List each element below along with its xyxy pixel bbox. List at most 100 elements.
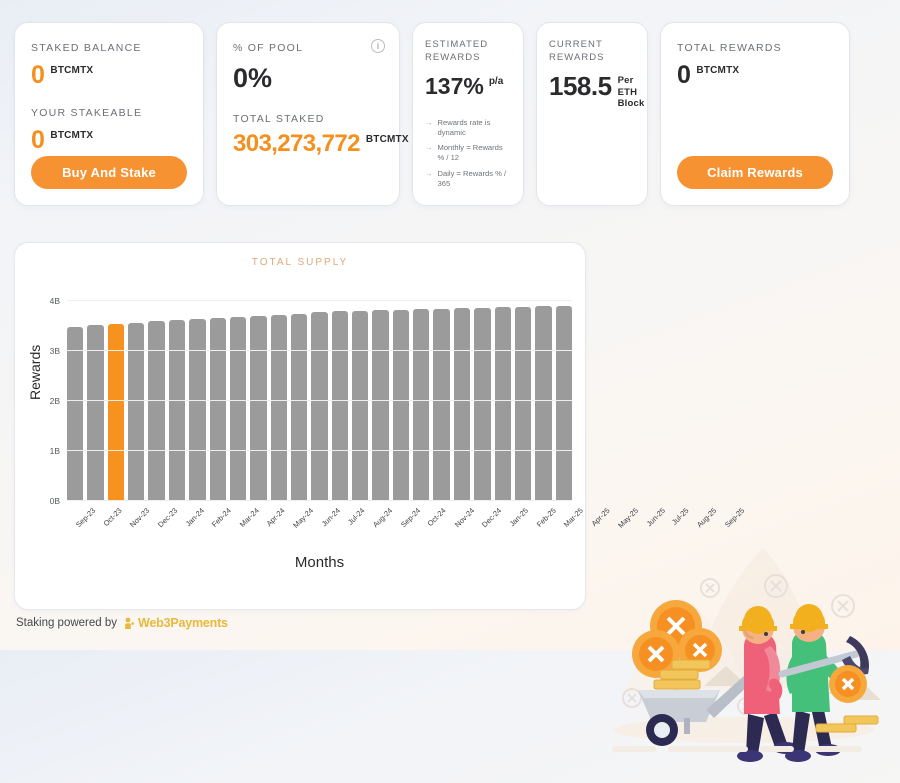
chart-bar[interactable]: [67, 326, 84, 501]
chart-x-tick: Mar-24: [237, 506, 261, 530]
web3payments-logo-icon: [125, 617, 134, 629]
lower-section: TOTAL SUPPLY Rewards 0B 1B 2B 3B 4B Sep-23 Oc…: [0, 242, 900, 763]
percent-of-pool-card: % OF POOL i 0% TOTAL STAKED 303,273,772 …: [216, 22, 409, 207]
chart-bar[interactable]: [229, 316, 247, 501]
chart-bar[interactable]: [352, 310, 369, 501]
current-rewards-card: CURRENT REWARDS 158.5 Per ETH Block: [536, 22, 648, 207]
chart-x-tick: Sep-23: [73, 506, 98, 530]
chart-bar[interactable]: [514, 306, 532, 501]
chart-bar[interactable]: [453, 308, 471, 501]
total-staked-value-row: 303,273,772 BTCMTX: [233, 132, 409, 156]
chart-bar[interactable]: [413, 309, 430, 501]
chart-gridline: 0B: [50, 496, 572, 506]
chart-plot-area: Rewards 0B 1B 2B 3B 4B Sep-23 Oct-23 Nov-23 Dec…: [15, 292, 746, 592]
chart-bar[interactable]: [290, 313, 308, 501]
buy-and-stake-button[interactable]: Buy And Stake: [31, 156, 187, 190]
chart-x-axis-label: Months: [294, 554, 345, 572]
percent-of-pool-value: 0%: [233, 63, 273, 94]
chart-gridline: 2B: [50, 396, 572, 406]
chart-gridline: 1B: [50, 446, 572, 456]
staked-balance-unit: BTCMTX: [50, 65, 94, 77]
estimated-rewards-suffix: p/a: [488, 75, 504, 87]
info-icon[interactable]: i: [371, 39, 385, 53]
chart-x-tick: Apr-24: [264, 506, 287, 529]
total-rewards-label: TOTAL REWARDS: [677, 42, 782, 54]
chart-x-tick: Jan-24: [183, 506, 206, 529]
chart-bar[interactable]: [474, 307, 491, 501]
your-stakeable-value: 0: [31, 126, 45, 155]
arrow-right-icon: →: [425, 117, 433, 127]
chart-bar[interactable]: [148, 321, 165, 501]
chart-bar[interactable]: [311, 312, 328, 501]
chart-bar[interactable]: [555, 305, 572, 501]
chart-x-tick-labels: Sep-23 Oct-23 Nov-23 Dec-23 Jan-24 Feb-24 Mar-…: [67, 504, 746, 530]
footer: Staking powered by Web3Payments: [16, 616, 228, 630]
chart-x-tick: Sep-24: [398, 506, 422, 530]
estimated-rewards-card: ESTIMATED REWARDS 137% p/a → Rewards rat…: [412, 22, 524, 207]
web3payments-brand[interactable]: Web3Payments: [124, 616, 228, 630]
total-rewards-value: 0: [677, 61, 691, 90]
total-rewards-value-row: 0 BTCMTX: [677, 63, 833, 88]
staked-balance-value: 0: [31, 61, 45, 90]
total-staked-unit: BTCMTX: [365, 134, 409, 146]
chart-x-tick: Jan-25: [507, 506, 531, 529]
current-rewards-unit: Per ETH Block: [617, 74, 645, 110]
note-text: Daily = Rewards % / 365: [437, 168, 507, 188]
chart-y-tick: 1B: [49, 446, 60, 457]
chart-x-tick: Dec-23: [155, 506, 180, 530]
chart-x-tick: May-24: [291, 506, 316, 530]
chart-x-tick: Jun-24: [319, 506, 342, 529]
chart-x-tick: Oct-24: [425, 506, 448, 529]
chart-y-tick: 2B: [49, 396, 60, 407]
chart-bar[interactable]: [372, 309, 389, 501]
claim-rewards-button[interactable]: Claim Rewards: [677, 156, 833, 190]
estimated-rewards-value-row: 137% p/a: [425, 72, 511, 99]
chart-bar[interactable]: [189, 318, 206, 501]
chart-x-tick: Jul-24: [345, 506, 367, 527]
chart-x-tick: Dec-24: [480, 506, 504, 530]
estimated-rewards-label: ESTIMATED REWARDS: [425, 39, 489, 63]
chart-bar[interactable]: [168, 320, 186, 501]
chart-x-tick: Feb-25: [534, 506, 558, 530]
total-staked-label: TOTAL STAKED: [233, 113, 325, 126]
note-text: Monthly = Rewards % / 12: [437, 143, 503, 163]
staked-balance-label: STAKED BALANCE: [31, 42, 142, 54]
arrow-right-icon: →: [425, 143, 433, 153]
note-item: → Rewards rate is dynamic: [425, 118, 511, 139]
your-stakeable-label: YOUR STAKEABLE: [31, 107, 143, 120]
mining-illustration-svg: [612, 548, 881, 763]
chart-bar[interactable]: [392, 309, 410, 501]
crypto-mining-illustration: [598, 478, 890, 778]
staked-balance-value-row: 0 BTCMTX: [31, 63, 187, 88]
stats-card-row: STAKED BALANCE 0 BTCMTX YOUR STAKEABLE 0…: [0, 0, 900, 207]
your-stakeable-unit: BTCMTX: [50, 130, 94, 142]
chart-bar[interactable]: [433, 308, 450, 501]
total-supply-chart-card: TOTAL SUPPLY Rewards 0B 1B 2B 3B 4B Sep-23 Oc…: [14, 242, 746, 611]
current-rewards-label: CURRENT REWARDS: [549, 39, 605, 63]
chart-x-tick: Nov-23: [128, 506, 152, 530]
estimated-rewards-notes: → Rewards rate is dynamic → Monthly = Re…: [425, 118, 511, 190]
chart-bar[interactable]: [250, 315, 267, 501]
brand-name: Web3Payments: [138, 616, 228, 630]
chart-x-tick: Aug-24: [370, 506, 394, 530]
chart-plot: 0B 1B 2B 3B 4B: [50, 296, 572, 506]
chart-title: TOTAL SUPPLY: [251, 257, 349, 269]
note-text: Rewards rate is dynamic: [437, 117, 491, 137]
note-item: → Daily = Rewards % / 365: [425, 169, 511, 190]
chart-y-axis-label: Rewards: [27, 344, 43, 401]
chart-bar[interactable]: [209, 317, 226, 501]
chart-bar[interactable]: [535, 306, 552, 501]
chart-bar[interactable]: [494, 307, 511, 501]
your-stakeable-value-row: 0 BTCMTX: [31, 128, 187, 153]
chart-bar[interactable]: [331, 311, 349, 501]
chart-y-tick: 4B: [49, 296, 60, 307]
chart-gridline: 3B: [50, 346, 572, 356]
chart-bar[interactable]: [87, 325, 104, 501]
chart-bar[interactable]: [270, 314, 287, 501]
chart-y-tick: 0B: [49, 496, 60, 507]
footer-text: Staking powered by: [16, 617, 118, 629]
chart-y-tick: 3B: [49, 346, 60, 357]
estimated-rewards-value: 137%: [425, 72, 484, 99]
current-rewards-value-row: 158.5 Per ETH Block: [549, 73, 644, 111]
staked-balance-card: STAKED BALANCE 0 BTCMTX YOUR STAKEABLE 0…: [14, 22, 204, 207]
